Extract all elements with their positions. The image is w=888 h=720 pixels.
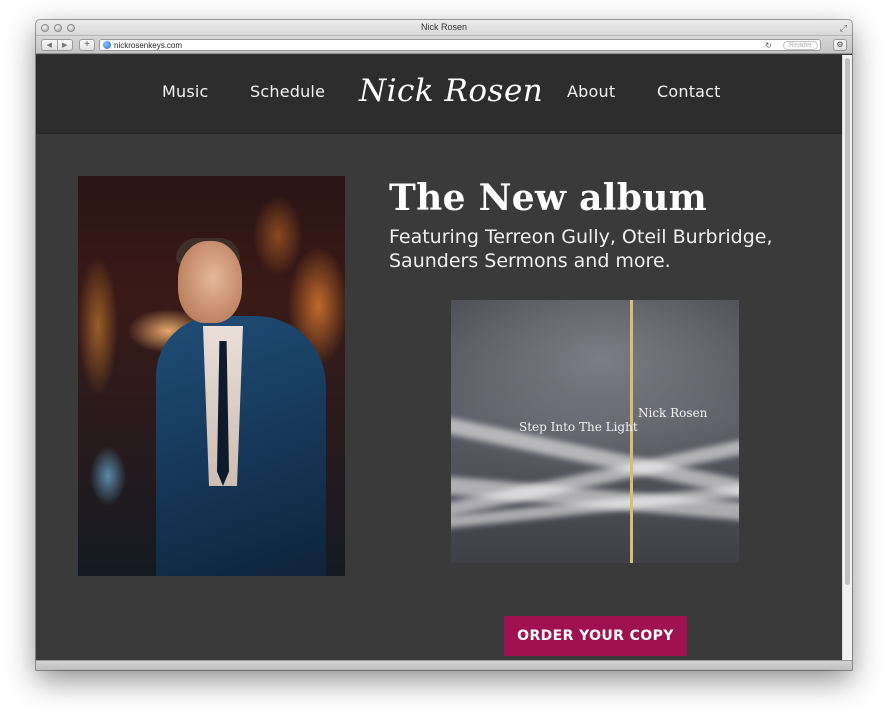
cover-title: Step Into The Light [519, 420, 638, 434]
reload-icon[interactable]: ↻ [765, 40, 772, 51]
fullscreen-icon[interactable]: ⤢ [840, 23, 847, 34]
artist-photo [78, 176, 345, 576]
status-bar [36, 660, 852, 670]
browser-window: Nick Rosen ⤢ ◀ ▶ + nickrosenkeys.com ↻ R… [36, 20, 852, 670]
forward-button[interactable]: ▶ [58, 40, 73, 50]
album-heading: The New album [389, 177, 708, 219]
cover-artist: Nick Rosen [638, 406, 708, 420]
address-bar[interactable]: nickrosenkeys.com ↻ Reader [99, 39, 821, 51]
photo-head [178, 241, 242, 323]
nav-contact[interactable]: Contact [657, 82, 721, 101]
nav-about[interactable]: About [567, 82, 615, 101]
page-content: Music Schedule Nick Rosen About Contact … [36, 55, 842, 660]
site-header: Music Schedule Nick Rosen About Contact [36, 55, 842, 134]
order-button[interactable]: ORDER YOUR COPY [504, 616, 687, 656]
add-bookmark-button[interactable]: + [79, 39, 95, 51]
reader-button[interactable]: Reader [783, 41, 818, 50]
scrollbar-thumb[interactable] [845, 58, 850, 585]
window-title: Nick Rosen [420, 22, 467, 32]
back-forward-buttons: ◀ ▶ [41, 39, 73, 51]
site-logo[interactable]: Nick Rosen [359, 73, 543, 109]
browser-toolbar: ◀ ▶ + nickrosenkeys.com ↻ Reader ⚙ [36, 36, 852, 54]
title-bar: Nick Rosen ⤢ [36, 20, 852, 36]
url-text[interactable]: nickrosenkeys.com [114, 40, 182, 51]
album-cover[interactable]: Step Into The Light Nick Rosen [451, 300, 739, 563]
nav-schedule[interactable]: Schedule [250, 82, 325, 101]
nav-music[interactable]: Music [162, 82, 209, 101]
scrollbar[interactable] [842, 55, 852, 660]
album-subheading: Featuring Terreon Gully, Oteil Burbridge… [389, 226, 773, 272]
globe-icon [103, 41, 111, 49]
back-button[interactable]: ◀ [42, 40, 58, 50]
gear-icon[interactable]: ⚙ [833, 39, 847, 51]
